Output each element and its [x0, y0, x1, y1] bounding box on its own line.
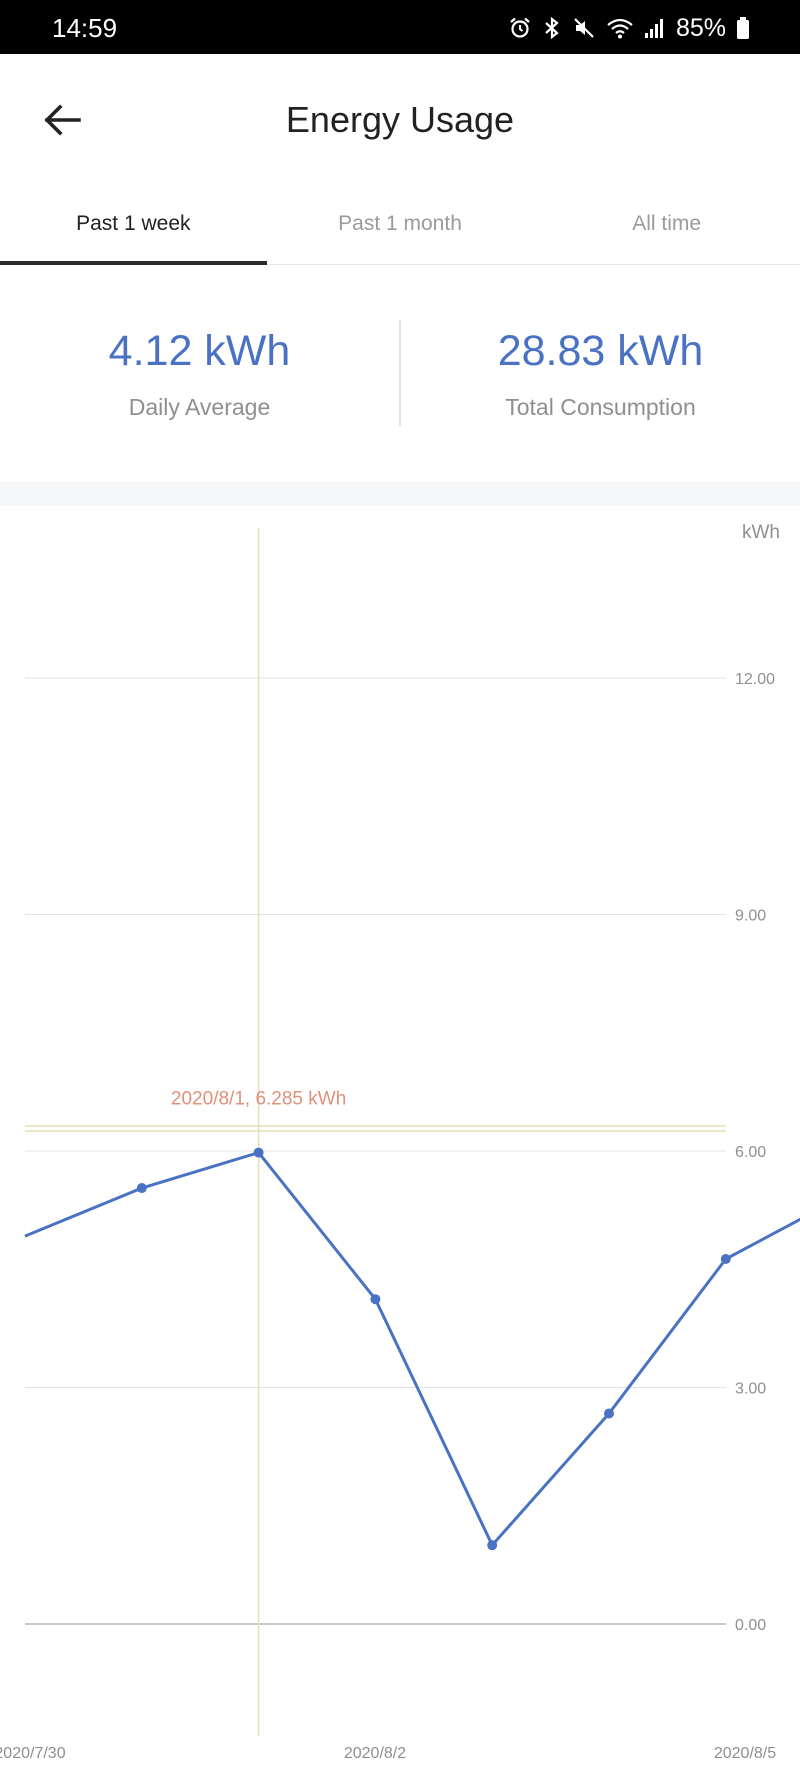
y-tick-label: 0.00	[735, 1617, 766, 1634]
series-line	[24, 1151, 800, 1547]
status-time: 14:59	[52, 13, 118, 43]
total-consumption-value: 28.83 kWh	[497, 327, 704, 375]
usage-line-chart[interactable]: kWh 12.00 9.00 6.00 3.00 0.00 2020/8/1, 6.285 …	[0, 506, 800, 1778]
data-point[interactable]	[136, 1183, 147, 1194]
data-point[interactable]	[604, 1408, 614, 1419]
mute-icon	[572, 16, 596, 40]
status-bar: 14:59 85%	[0, 0, 800, 54]
daily-average-label: Daily Average	[128, 394, 271, 420]
signal-icon	[644, 16, 666, 40]
y-tick-label: 6.00	[735, 1144, 766, 1161]
status-icons: 85%	[508, 14, 750, 42]
daily-average-block: 4.12 kWh Daily Average	[0, 326, 399, 420]
alarm-icon	[508, 16, 532, 40]
battery-percentage: 85%	[675, 14, 726, 42]
y-tick-label: 9.00	[735, 908, 766, 925]
usage-summary: 4.12 kWh Daily Average 28.83 kWh Total C…	[0, 264, 800, 482]
y-unit-label: kWh	[742, 522, 780, 543]
tab-past-1-month[interactable]: Past 1 month	[267, 186, 534, 264]
tab-past-1-week[interactable]: Past 1 week	[0, 186, 267, 265]
period-tabs: Past 1 week Past 1 month All time	[0, 186, 800, 265]
total-consumption-label: Total Consumption	[505, 394, 696, 420]
x-tick-label: 2020/8/2	[344, 1745, 406, 1762]
y-tick-label: 12.00	[735, 671, 775, 688]
wifi-icon	[606, 16, 634, 40]
data-point[interactable]	[253, 1147, 264, 1158]
data-point[interactable]	[370, 1294, 381, 1305]
highlight-tooltip-label: 2020/8/1, 6.285 kWh	[171, 1089, 346, 1110]
energy-usage-screen: 14:59 85% Energy Usage Past 1 week Past …	[0, 0, 800, 1778]
x-tick-label: 2020/7/30	[0, 1745, 66, 1762]
section-divider	[0, 482, 800, 506]
total-consumption-block: 28.83 kWh Total Consumption	[401, 326, 800, 420]
data-point[interactable]	[487, 1540, 498, 1551]
y-tick-label: 3.00	[735, 1381, 766, 1398]
x-tick-label: 2020/8/5	[714, 1745, 776, 1762]
data-point[interactable]	[720, 1254, 731, 1265]
battery-icon	[736, 16, 750, 40]
page-title: Energy Usage	[285, 99, 515, 140]
daily-average-value: 4.12 kWh	[108, 327, 291, 375]
usage-chart-area[interactable]: kWh 12.00 9.00 6.00 3.00 0.00 2020/8/1, 6.285 …	[0, 506, 800, 1778]
header: Energy Usage	[0, 54, 800, 186]
bluetooth-icon	[542, 16, 562, 40]
tab-all-time[interactable]: All time	[533, 186, 800, 264]
